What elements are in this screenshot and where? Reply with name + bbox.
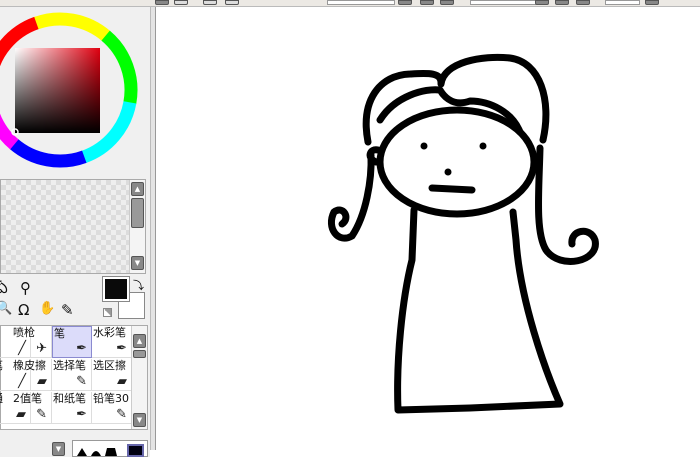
girl-sketch: [327, 53, 599, 414]
brush-palette: ╱ 喷枪✈ 笔✒ 水彩笔✒ 笔╱ 橡皮擦▰ 选择笔✎ 选区擦▰ 通▰ 2值笔✎ …: [0, 325, 148, 430]
brush-slot-binary-pen[interactable]: 2值笔 ✎: [12, 392, 52, 424]
rotate-icon[interactable]: Ω: [18, 301, 29, 319]
lasso-icon[interactable]: ఏ: [0, 279, 8, 301]
brush-label: 通: [0, 392, 3, 405]
toolbar-dropdown[interactable]: [327, 0, 395, 5]
brush-slot-select-eraser[interactable]: 选区擦 ▰: [92, 359, 132, 391]
brush-label: 铅笔30: [93, 392, 129, 405]
swatch-scrollbar[interactable]: ▲ ▼: [129, 180, 145, 273]
scroll-down-button[interactable]: ▼: [133, 413, 146, 427]
top-toolbar: [0, 0, 700, 7]
primary-color[interactable]: [102, 276, 130, 302]
pencil-icon: ✎: [116, 407, 127, 422]
eyedropper-icon[interactable]: ✎: [61, 301, 74, 319]
scroll-thumb[interactable]: [131, 198, 144, 228]
toolbar-button[interactable]: [225, 0, 239, 5]
pen-icon: ✒: [76, 341, 87, 356]
toolbar-button[interactable]: [440, 0, 454, 5]
select-eraser-icon: ▰: [117, 374, 127, 389]
brush-slot-pencil30[interactable]: 铅笔30 ✎: [92, 392, 132, 424]
pencil-icon: ✎: [36, 407, 47, 422]
left-panel: ▲ ▼ ఏ ⚲ 🔍 Ω ✋ ✎ ⤵ ╱ 喷枪✈ 笔✒ 水彩笔✒ 笔╱ 橡皮擦▰ …: [0, 7, 150, 457]
brush-slot-eraser[interactable]: 橡皮擦 ▰: [12, 359, 52, 391]
scroll-up-button[interactable]: ▲: [133, 334, 146, 348]
toolbar-button[interactable]: [535, 0, 549, 5]
scroll-thumb[interactable]: [133, 350, 146, 358]
brush-label: 笔: [0, 359, 3, 372]
brush-label: 喷枪: [13, 326, 35, 339]
toolbar-button[interactable]: [203, 0, 217, 5]
scroll-down-button[interactable]: ▼: [131, 256, 144, 270]
airbrush-icon: ✈: [36, 341, 47, 356]
toolbar-dropdown[interactable]: [470, 0, 538, 5]
toolbar-button[interactable]: [645, 0, 659, 5]
brush-scrollbar[interactable]: ▲ ▼: [131, 326, 147, 429]
brush-slot-pen[interactable]: 笔 ✒: [52, 326, 92, 358]
select-pen-icon: ✎: [76, 374, 87, 389]
brush-label: 选区擦: [93, 359, 126, 372]
watercolor-icon: ✒: [116, 341, 127, 356]
brush-shape-bar: ▼: [0, 435, 150, 457]
brush-slot-watercolor[interactable]: 水彩笔 ✒: [92, 326, 132, 358]
dropdown-button[interactable]: ▼: [52, 442, 65, 456]
brush-slot-washi-pen[interactable]: 和纸笔 ✒: [52, 392, 92, 424]
toolbar-button[interactable]: [155, 0, 169, 5]
brush-label: 和纸笔: [53, 392, 86, 405]
brush-label: 选择笔: [53, 359, 86, 372]
brush-label: 笔: [54, 327, 65, 340]
pen-icon: ✒: [76, 407, 87, 422]
drawing-canvas[interactable]: [156, 7, 700, 450]
toolbar-button[interactable]: [555, 0, 569, 5]
color-swatch-grid[interactable]: ▲ ▼: [0, 179, 146, 274]
brush-label: 水彩笔: [93, 326, 126, 339]
scroll-up-button[interactable]: ▲: [131, 182, 144, 196]
toolbar-button[interactable]: [576, 0, 590, 5]
magic-wand-icon[interactable]: ⚲: [20, 279, 31, 297]
brush-slot-airbrush[interactable]: 喷枪 ✈: [12, 326, 52, 358]
brush-tip-selector[interactable]: [72, 440, 148, 457]
color-wheel[interactable]: [0, 10, 140, 170]
magnifier-icon[interactable]: 🔍: [0, 301, 12, 316]
eraser-icon: ▰: [37, 374, 47, 389]
toolbar-button[interactable]: [174, 0, 188, 5]
reset-colors-icon[interactable]: [103, 308, 112, 317]
brush-slot-select-pen[interactable]: 选择笔 ✎: [52, 359, 92, 391]
brush-label: 2值笔: [13, 392, 42, 405]
hand-icon[interactable]: ✋: [39, 301, 55, 316]
toolbar-field[interactable]: [605, 0, 640, 5]
swap-colors-icon[interactable]: ⤵: [133, 277, 144, 293]
toolbar-button[interactable]: [398, 0, 412, 5]
brush-label: 橡皮擦: [13, 359, 46, 372]
toolbar-button[interactable]: [420, 0, 434, 5]
